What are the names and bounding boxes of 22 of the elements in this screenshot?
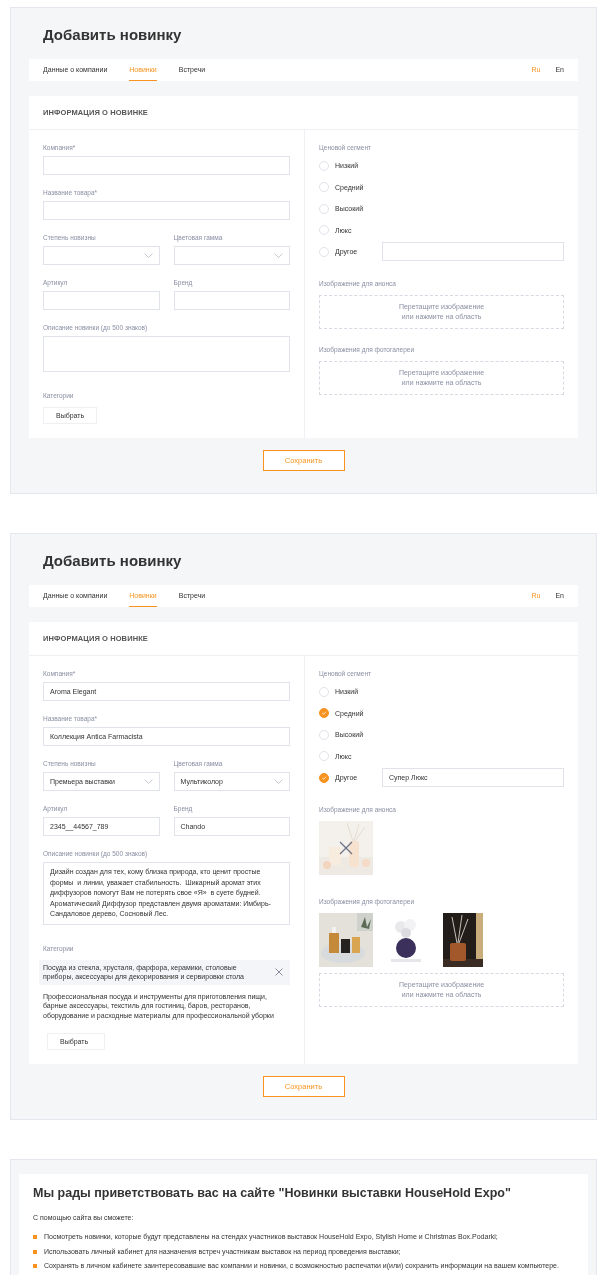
input-field[interactable] [43, 201, 290, 220]
bullet-icon [33, 1235, 37, 1240]
select-field[interactable] [173, 246, 290, 265]
textarea-field[interactable] [43, 336, 290, 372]
chevron-icon [143, 253, 153, 258]
bullet-icon [33, 1249, 37, 1254]
radio-button[interactable] [319, 708, 329, 719]
close-icon[interactable] [275, 968, 283, 977]
input-field[interactable] [43, 156, 290, 175]
chevron-icon [143, 779, 153, 784]
chevron-icon [274, 779, 283, 784]
close-icon[interactable] [339, 840, 353, 855]
radio-button[interactable] [319, 772, 329, 783]
input-field[interactable] [382, 242, 564, 262]
welcome-title: Мы рады приветствовать вас на сайте "Новинки выставки HouseHold Expo" [33, 1186, 512, 1201]
page-title: Добавить новинку [42, 551, 183, 571]
bullet-icon [33, 1264, 37, 1269]
select-field[interactable] [43, 246, 160, 265]
input-field[interactable] [173, 291, 290, 310]
page-title: Добавить новинку [42, 25, 183, 45]
input-field[interactable] [43, 291, 160, 310]
chevron-icon [274, 253, 283, 258]
